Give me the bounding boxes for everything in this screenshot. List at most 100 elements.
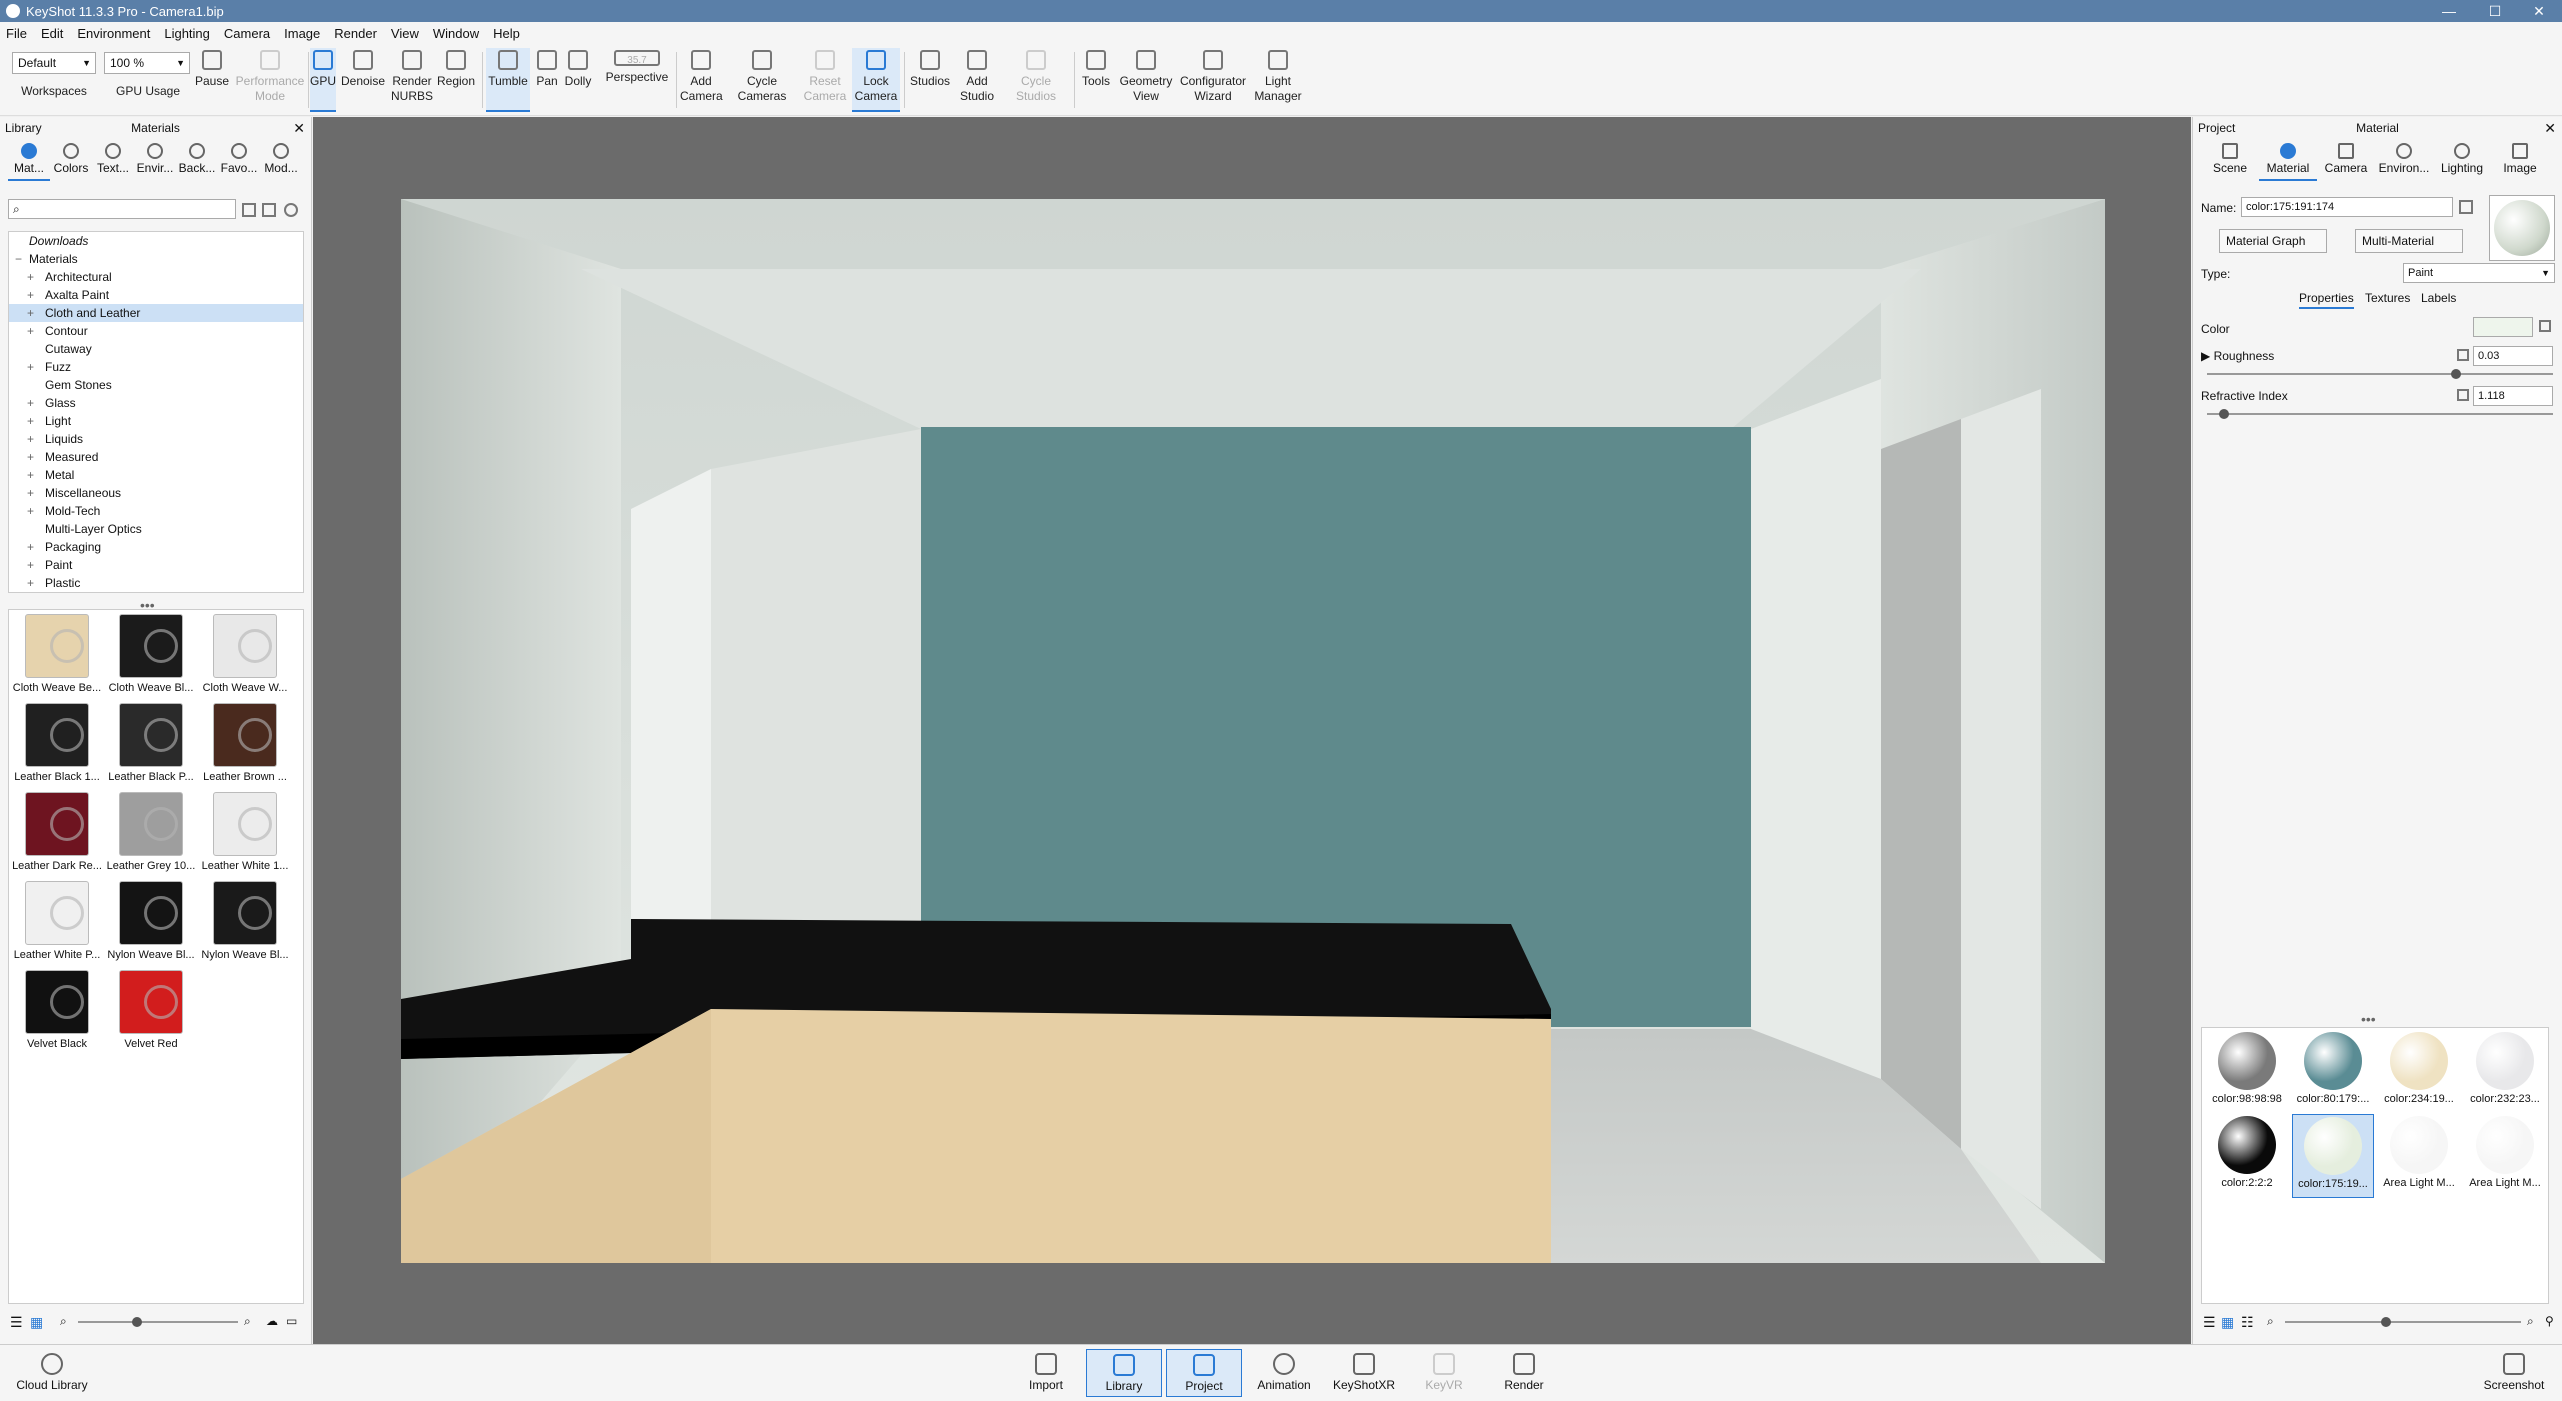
pause-button[interactable]: Pause — [192, 48, 232, 112]
material-graph-button[interactable]: Material Graph — [2219, 229, 2327, 253]
material-thumbnail[interactable]: Leather White P... — [11, 881, 103, 970]
material-thumbnail[interactable]: Cloth Weave Bl... — [105, 614, 197, 703]
lock-camera-button[interactable]: Lock Camera — [852, 48, 900, 112]
perspective-control[interactable]: 35.7 Perspective — [604, 48, 670, 112]
expand-icon[interactable]: + — [27, 358, 34, 376]
screenshot-button[interactable]: Screenshot — [2476, 1349, 2552, 1397]
splitter-handle[interactable]: ••• — [140, 597, 155, 613]
folder-icon[interactable]: ▭ — [286, 1314, 297, 1328]
expand-icon[interactable]: + — [27, 286, 34, 304]
project-toggle-button[interactable]: Project — [1166, 1349, 1242, 1397]
studios-button[interactable]: Studios — [908, 48, 952, 112]
tree-item[interactable]: Gem Stones — [9, 376, 303, 394]
tree-item[interactable]: + Cloth and Leather — [9, 304, 303, 322]
tab-image[interactable]: Image — [2491, 139, 2549, 181]
material-thumbnail[interactable]: Cloth Weave Be... — [11, 614, 103, 703]
tab-lighting[interactable]: Lighting — [2433, 139, 2491, 181]
refractive-index-slider[interactable] — [2207, 413, 2553, 415]
close-icon[interactable]: ✕ — [2544, 117, 2556, 139]
gpu-usage-button[interactable]: GPU Usage — [108, 84, 188, 108]
scene-material-item[interactable]: Area Light M... — [2464, 1114, 2546, 1198]
tree-item[interactable]: + Liquids — [9, 430, 303, 448]
render-button[interactable]: Render — [1486, 1349, 1562, 1397]
material-thumbnail[interactable]: Leather Grey 10... — [105, 792, 197, 881]
filter-icon[interactable]: ⚲ — [2545, 1314, 2554, 1328]
material-type-select[interactable]: Paint ▼ — [2403, 263, 2555, 283]
texture-map-icon[interactable] — [2457, 389, 2469, 401]
menu-render[interactable]: Render — [334, 26, 377, 41]
menu-file[interactable]: File — [6, 26, 27, 41]
import-button[interactable]: Import — [1008, 1349, 1084, 1397]
menu-window[interactable]: Window — [433, 26, 479, 41]
slider-knob[interactable] — [2381, 1317, 2391, 1327]
expand-icon[interactable]: + — [27, 322, 34, 340]
animation-button[interactable]: Animation — [1246, 1349, 1322, 1397]
zoom-select[interactable]: 100 % ▼ — [104, 52, 190, 74]
scene-material-item[interactable]: color:80:179:... — [2292, 1030, 2374, 1114]
expand-icon[interactable]: + — [27, 430, 34, 448]
tree-item[interactable]: + Light — [9, 412, 303, 430]
refractive-slider-knob[interactable] — [2219, 409, 2229, 419]
material-thumbnail[interactable]: Leather Black 1... — [11, 703, 103, 792]
expand-icon[interactable]: + — [27, 574, 34, 592]
subtab-properties[interactable]: Properties — [2299, 291, 2354, 309]
maximize-button[interactable]: ☐ — [2472, 0, 2518, 22]
workspaces-button[interactable]: Workspaces — [14, 84, 94, 108]
folder-icon[interactable] — [242, 203, 256, 217]
tree-item[interactable]: + Plastic — [9, 574, 303, 592]
roughness-label[interactable]: ▶ Roughness — [2201, 349, 2274, 363]
add-camera-button[interactable]: Add Camera — [680, 48, 723, 112]
tab-backplates[interactable]: Back... — [176, 139, 218, 181]
tree-item[interactable]: + Packaging — [9, 538, 303, 556]
cloud-library-button[interactable]: Cloud Library — [12, 1349, 92, 1397]
tab-environments[interactable]: Envir... — [134, 139, 176, 181]
minimize-button[interactable]: — — [2426, 0, 2472, 22]
color-swatch[interactable] — [2473, 317, 2533, 337]
cycle-cameras-button[interactable]: Cycle Cameras — [736, 48, 788, 112]
material-thumbnail[interactable]: Velvet Black — [11, 970, 103, 1059]
tree-item[interactable]: + Glass — [9, 394, 303, 412]
menu-help[interactable]: Help — [493, 26, 520, 41]
menu-edit[interactable]: Edit — [41, 26, 63, 41]
tree-item-materials-root[interactable]: − Materials — [9, 250, 303, 268]
tab-material[interactable]: Material — [2259, 139, 2317, 181]
focal-length-field[interactable]: 35.7 — [614, 50, 660, 66]
menu-image[interactable]: Image — [284, 26, 320, 41]
expand-icon[interactable]: + — [27, 538, 34, 556]
grid-view-icon[interactable]: ▦ — [2221, 1314, 2234, 1331]
menu-view[interactable]: View — [391, 26, 419, 41]
reset-camera-button[interactable]: Reset Camera — [802, 48, 848, 112]
scene-material-item[interactable]: color:232:23... — [2464, 1030, 2546, 1114]
tree-item[interactable]: Multi-Layer Optics — [9, 520, 303, 538]
library-search-input[interactable]: ⌕ — [8, 199, 236, 219]
scene-material-item[interactable]: Area Light M... — [2378, 1114, 2460, 1198]
material-thumbnail[interactable]: Leather White 1... — [199, 792, 291, 881]
roughness-slider[interactable] — [2207, 373, 2553, 375]
menu-camera[interactable]: Camera — [224, 26, 270, 41]
cycle-studios-button[interactable]: Cycle Studios — [1008, 48, 1064, 112]
scene-material-item[interactable]: color:2:2:2 — [2206, 1114, 2288, 1198]
keyshotxr-button[interactable]: KeyShotXR — [1326, 1349, 1402, 1397]
material-thumbnail[interactable]: Nylon Weave Bl... — [105, 881, 197, 970]
geometry-view-button[interactable]: Geometry View — [1118, 48, 1174, 112]
material-thumbnail[interactable]: Velvet Red — [105, 970, 197, 1059]
tab-models[interactable]: Mod... — [260, 139, 302, 181]
close-button[interactable]: ✕ — [2516, 0, 2562, 22]
expand-icon[interactable]: + — [27, 268, 34, 286]
tab-scene[interactable]: Scene — [2201, 139, 2259, 181]
performance-mode-button[interactable]: Performance Mode — [234, 48, 306, 112]
tree-item[interactable]: + Fuzz — [9, 358, 303, 376]
save-icon[interactable] — [2459, 200, 2473, 214]
tab-colors[interactable]: Colors — [50, 139, 92, 181]
tools-button[interactable]: Tools — [1078, 48, 1114, 112]
multi-material-button[interactable]: Multi-Material — [2355, 229, 2463, 253]
tree-item[interactable]: Cutaway — [9, 340, 303, 358]
list-view-icon[interactable]: ☰ — [2203, 1314, 2216, 1331]
expand-icon[interactable]: + — [27, 394, 34, 412]
cloud-upload-icon[interactable]: ☁ — [266, 1314, 278, 1328]
render-image[interactable] — [401, 199, 2105, 1263]
tree-item[interactable]: + Miscellaneous — [9, 484, 303, 502]
tree-item-downloads[interactable]: Downloads — [9, 232, 303, 250]
tree-item[interactable]: + Paint — [9, 556, 303, 574]
menu-environment[interactable]: Environment — [77, 26, 150, 41]
